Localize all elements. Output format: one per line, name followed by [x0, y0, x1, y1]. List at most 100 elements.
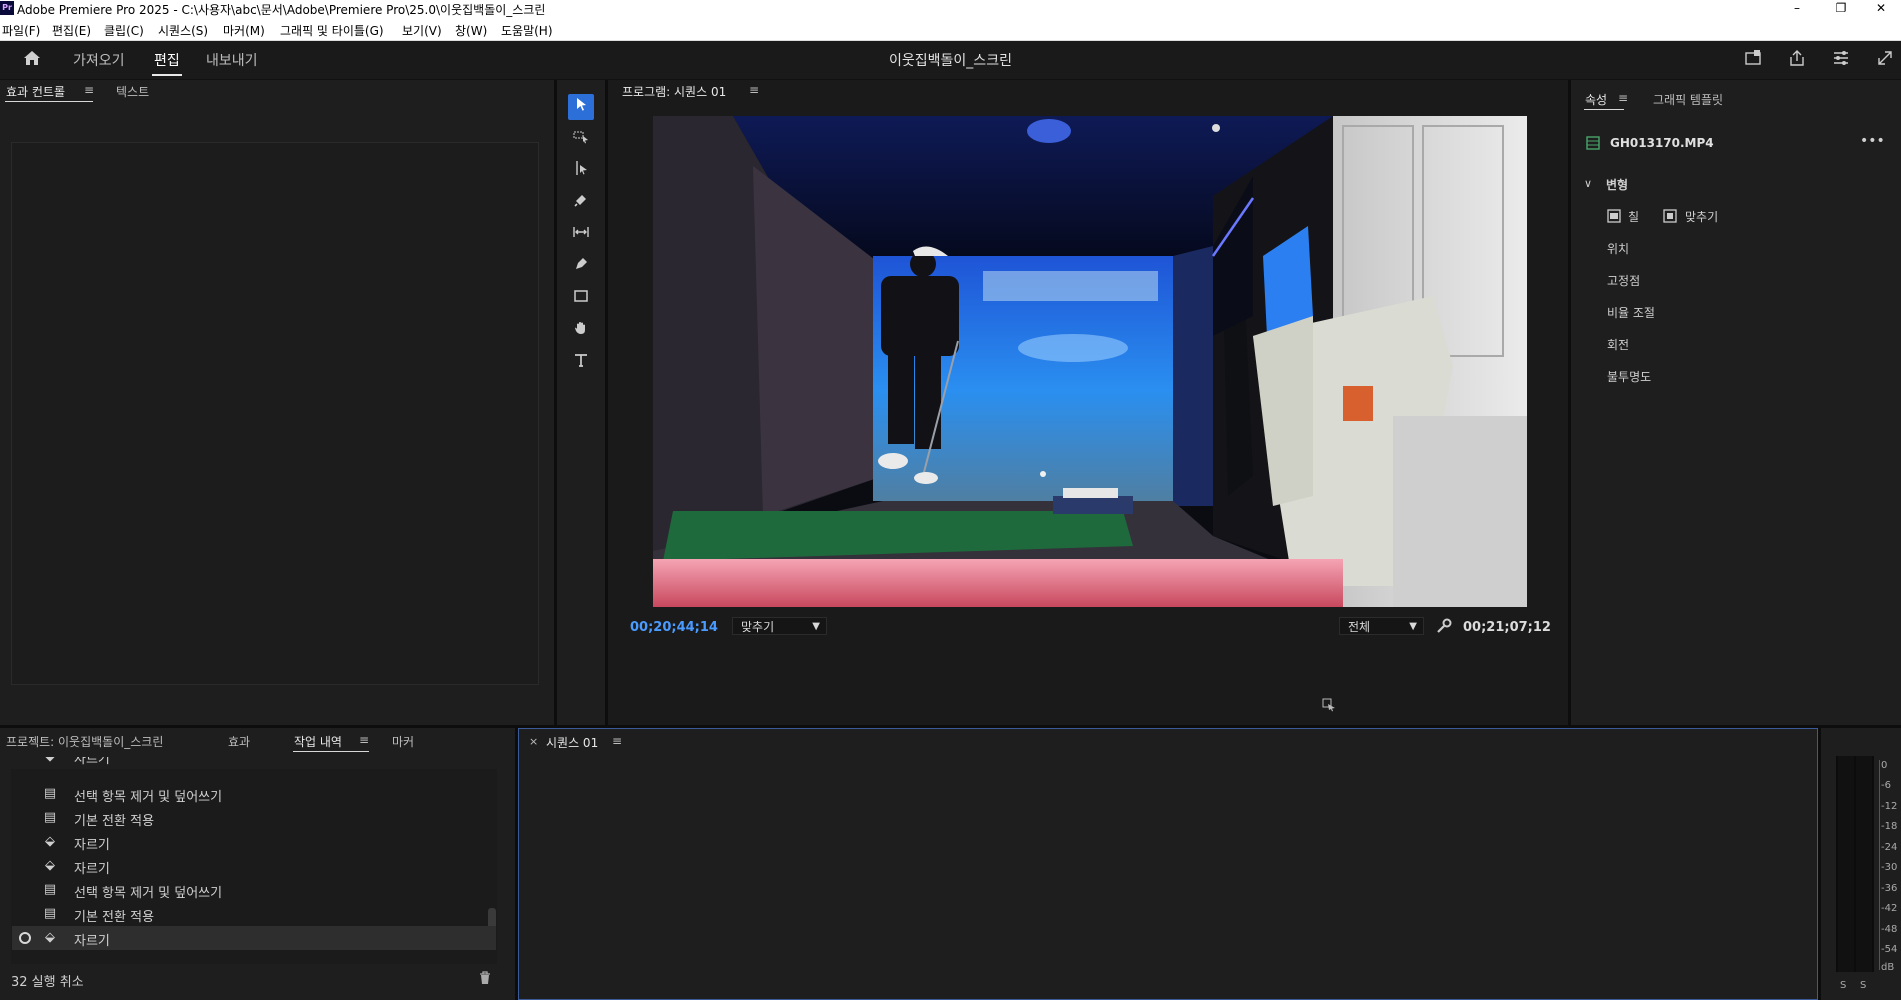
menu-clip[interactable]: 클립(C) [104, 22, 144, 39]
razor-icon: ⬙ [45, 858, 55, 873]
audio-meter-bars [1836, 756, 1874, 972]
list-item[interactable]: ⬙ 자르기 [12, 830, 496, 854]
fill-label[interactable]: 칠 [1628, 208, 1639, 225]
hand-tool-icon[interactable] [568, 318, 594, 344]
tab-sequence-01[interactable]: 시퀀스 01 [546, 734, 598, 751]
list-item[interactable]: ▤ 기본 전환 적용 [12, 902, 496, 926]
panel-menu-icon[interactable]: ≡ [612, 734, 622, 748]
solo-right-button[interactable]: S [1860, 980, 1866, 991]
app-header: 가져오기 편집 내보내기 이웃집백돌이_스크린 [0, 41, 1901, 80]
fullscreen-icon[interactable] [1874, 49, 1896, 71]
solo-left-button[interactable]: S [1840, 980, 1846, 991]
chevron-down-icon: ▼ [1409, 621, 1417, 632]
list-item[interactable]: ▤ 선택 항목 제거 및 덮어쓰기 [12, 782, 496, 806]
meter-channel-right [1856, 756, 1872, 972]
active-tab-underline [152, 74, 182, 76]
tab-project[interactable]: 프로젝트: 이웃집백돌이_스크린 [6, 733, 163, 750]
menu-file[interactable]: 파일(F) [2, 22, 40, 39]
meter-label: -42 [1881, 903, 1898, 914]
more-options-icon[interactable]: ••• [1860, 133, 1885, 149]
panel-menu-icon[interactable]: ≡ [84, 83, 94, 97]
menu-sequence[interactable]: 시퀀스(S) [158, 22, 208, 39]
undo-count: 32 실행 취소 [11, 975, 84, 990]
track-select-tool-icon[interactable] [568, 126, 594, 152]
slip-tool-icon[interactable] [568, 222, 594, 248]
razor-icon: ⬙ [42, 757, 58, 765]
selection-tool-icon[interactable] [568, 94, 594, 120]
panel-icon: ▤ [43, 906, 57, 921]
tab-graphic-templates[interactable]: 그래픽 템플릿 [1653, 91, 1723, 108]
menu-marker[interactable]: 마커(M) [223, 22, 265, 39]
project-title: 이웃집백돌이_스크린 [889, 53, 1012, 69]
pen-tool-icon[interactable] [568, 254, 594, 280]
meter-label: -30 [1881, 862, 1898, 873]
panel-menu-icon[interactable]: ≡ [1618, 91, 1628, 105]
tab-properties[interactable]: 속성 [1585, 91, 1607, 108]
close-button[interactable]: ✕ [1861, 0, 1901, 18]
wrench-settings-icon[interactable] [1436, 618, 1452, 634]
tab-markers[interactable]: 마커 [392, 733, 414, 750]
trash-icon[interactable] [478, 970, 492, 985]
meter-scale-line [1876, 760, 1880, 970]
rectangle-tool-icon[interactable] [568, 286, 594, 312]
ripple-edit-tool-icon[interactable] [568, 158, 594, 184]
chevron-down-icon[interactable]: ∨ [1584, 177, 1592, 190]
list-item-selected[interactable]: ⬙ 자르기 [12, 926, 496, 950]
rotation-label: 회전 [1607, 338, 1630, 352]
fit-label[interactable]: 맞추기 [1685, 208, 1718, 225]
meter-label: -6 [1881, 780, 1891, 791]
zoom-fit-select[interactable]: 맞추기 ▼ [732, 617, 827, 635]
transform-section-header[interactable]: 변형 [1606, 176, 1628, 193]
current-state-icon [19, 932, 31, 944]
window-title: Adobe Premiere Pro 2025 - C:\사용자\abc\문서\… [17, 3, 546, 17]
close-tab-icon[interactable]: × [529, 735, 538, 748]
meter-channel-left [1838, 756, 1854, 972]
tab-text[interactable]: 텍스트 [116, 83, 149, 100]
tab-effects[interactable]: 효과 [228, 733, 250, 750]
zoom-fit-select-value: 맞추기 [741, 620, 775, 634]
meter-label: -36 [1881, 883, 1898, 894]
chevron-down-icon: ▼ [812, 621, 820, 632]
list-item[interactable]: ⬙ 자르기 [12, 854, 496, 878]
title-bar: Pr Adobe Premiere Pro 2025 - C:\사용자\abc\… [0, 0, 1901, 18]
meter-label: -24 [1881, 842, 1898, 853]
menu-help[interactable]: 도움말(H) [501, 22, 553, 39]
tab-underline [1584, 109, 1624, 110]
list-item[interactable]: ⬙ 자르기 [12, 757, 496, 769]
duration-timecode: 00;21;07;12 [1463, 620, 1551, 635]
fill-icon[interactable] [1607, 208, 1621, 223]
razor-tool-icon[interactable] [568, 190, 594, 216]
tab-effect-controls[interactable]: 효과 컨트롤 [6, 83, 65, 100]
menu-view[interactable]: 보기(V) [402, 22, 442, 39]
menu-bar: 파일(F) 편집(E) 클립(C) 시퀀스(S) 마커(M) 그래픽 및 타이틀… [0, 18, 1901, 41]
type-tool-icon[interactable] [568, 350, 594, 376]
restore-button[interactable]: ❐ [1821, 0, 1861, 18]
clip-name: GH013170.MP4 [1610, 136, 1714, 150]
program-monitor-video[interactable] [653, 116, 1527, 607]
minimize-button[interactable]: – [1777, 0, 1817, 18]
workspaces-icon[interactable] [1830, 49, 1852, 71]
tab-history[interactable]: 작업 내역 [294, 733, 342, 750]
panel-menu-icon[interactable]: ≡ [359, 733, 369, 747]
fit-icon[interactable] [1663, 208, 1677, 223]
meter-label: -48 [1881, 924, 1898, 935]
share-icon[interactable] [1786, 49, 1808, 71]
premiere-logo-icon: Pr [0, 1, 14, 15]
list-item[interactable]: ▤ 기본 전환 적용 [12, 806, 496, 830]
menu-edit[interactable]: 편집(E) [52, 22, 91, 39]
program-monitor-title[interactable]: 프로그램: 시퀀스 01 [622, 83, 726, 100]
playback-resolution-select[interactable]: 전체 ▼ [1339, 617, 1424, 635]
meter-label: -18 [1881, 821, 1898, 832]
timeline-panel: × 시퀀스 01 ≡ [518, 728, 1818, 1000]
panel-menu-icon[interactable]: ≡ [749, 83, 759, 97]
current-timecode[interactable]: 00;20;44;14 [630, 620, 718, 635]
quick-export-icon[interactable] [1742, 49, 1764, 71]
button-editor-icon[interactable] [1322, 697, 1336, 712]
meter-label: dB [1881, 962, 1895, 973]
list-item[interactable]: ▤ 선택 항목 제거 및 덮어쓰기 [12, 878, 496, 902]
menu-window[interactable]: 창(W) [455, 22, 487, 39]
menu-graphics[interactable]: 그래픽 및 타이틀(G) [280, 22, 384, 39]
meter-label: -12 [1881, 801, 1898, 812]
razor-icon: ⬙ [45, 834, 55, 849]
panel-icon: ▤ [43, 786, 57, 801]
